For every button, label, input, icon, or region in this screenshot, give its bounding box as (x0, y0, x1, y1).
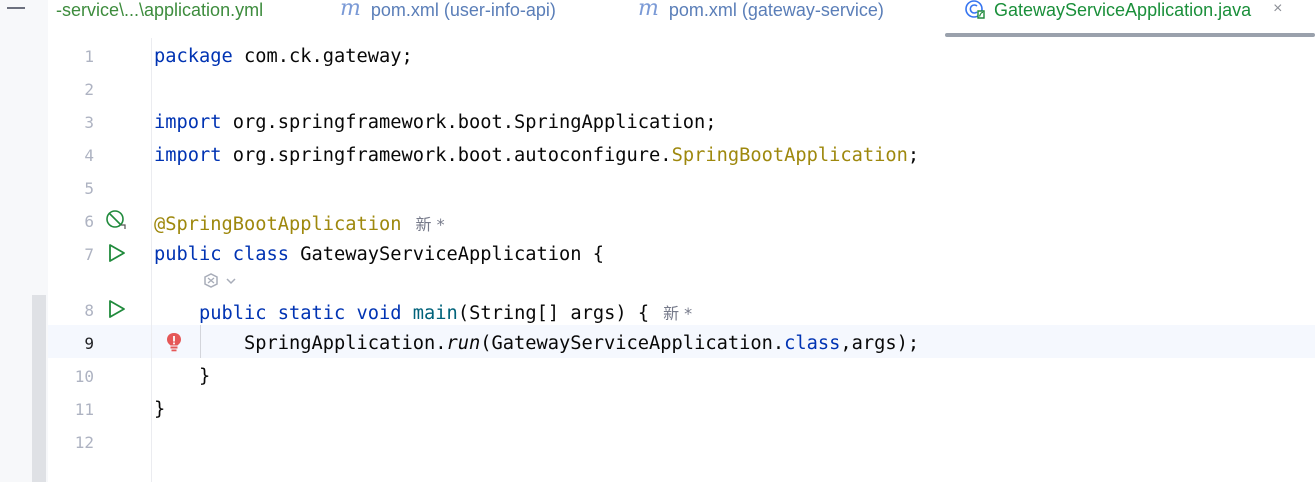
ai-assistant-icon[interactable] (201, 271, 239, 291)
tool-window-strip (0, 0, 49, 482)
code-token: com.ck.gateway; (232, 46, 413, 67)
tab-label: GatewayServiceApplication.java (994, 0, 1252, 20)
line-number[interactable]: 4 (48, 146, 94, 165)
code-line[interactable]: public static void main(String[] args) {… (154, 300, 692, 324)
tab-pom-gateway-service[interactable]: m pom.xml (gateway-service) (638, 0, 884, 38)
tab-label: pom.xml (user-info-api) (370, 0, 556, 20)
line-number[interactable]: 1 (48, 47, 94, 66)
code-editor[interactable]: 1 package com.ck.gateway; 2 3 import org.spr… (48, 38, 1315, 482)
code-token: import (154, 145, 222, 166)
line-number[interactable]: 3 (48, 113, 94, 132)
line-number[interactable]: 7 (48, 245, 94, 264)
code-token: main (412, 303, 458, 324)
code-token: org.springframework.boot.autoconfigure. (221, 145, 672, 166)
code-token: SpringApplication. (154, 333, 447, 354)
code-token: } (154, 399, 166, 420)
tab-label: pom.xml (gateway-service) (668, 0, 884, 20)
author-hint[interactable]: 新 * (663, 304, 692, 323)
code-token: run (446, 333, 481, 354)
line-number[interactable]: 11 (48, 400, 94, 419)
author-hint[interactable]: 新 * (416, 215, 445, 234)
error-bulb-icon[interactable] (164, 331, 184, 353)
code-line[interactable]: package com.ck.gateway; (154, 46, 413, 67)
line-number[interactable]: 2 (48, 80, 94, 99)
code-token: ; (907, 145, 920, 166)
line-number[interactable]: 12 (48, 433, 94, 452)
minimize-icon[interactable] (7, 7, 25, 9)
code-token: ,args); (840, 333, 920, 354)
tab-label: -service\...\application.yml (56, 0, 264, 20)
code-line[interactable]: @SpringBootApplication 新 * (154, 211, 445, 235)
code-token: GatewayServiceApplication { (289, 244, 605, 265)
code-line[interactable]: } (154, 366, 210, 387)
run-icon[interactable] (105, 298, 127, 320)
scrollbar[interactable] (32, 295, 46, 482)
close-icon[interactable]: × (1273, 0, 1282, 18)
code-token: class (784, 333, 841, 354)
line-number[interactable]: 8 (48, 301, 94, 320)
no-beans-icon[interactable] (105, 209, 127, 231)
code-token: org.springframework.boot.SpringApplicati… (221, 112, 717, 133)
code-line[interactable]: import org.springframework.boot.autoconf… (154, 145, 919, 166)
code-line[interactable]: SpringApplication.run(GatewayServiceAppl… (154, 333, 919, 354)
code-token: } (154, 366, 211, 387)
code-line[interactable]: } (154, 399, 165, 420)
tab-pom-user-info-api[interactable]: m pom.xml (user-info-api) (340, 0, 556, 38)
run-icon[interactable] (105, 242, 127, 264)
code-line[interactable]: public class GatewayServiceApplication { (154, 244, 604, 265)
active-tab-indicator (945, 33, 1315, 37)
code-token: (GatewayServiceApplication. (480, 333, 785, 354)
maven-icon: m (340, 0, 361, 21)
code-token: package (154, 46, 233, 67)
code-token: import (154, 112, 222, 133)
maven-icon: m (638, 0, 659, 21)
code-token: public static void (199, 303, 402, 324)
line-number[interactable]: 6 (48, 212, 94, 231)
code-line[interactable]: import org.springframework.boot.SpringAp… (154, 112, 717, 133)
code-token: @SpringBootApplication (154, 214, 402, 235)
tab-application-yml[interactable]: -service\...\application.yml (56, 0, 263, 38)
editor-tab-bar: -service\...\application.yml m pom.xml (… (48, 0, 1315, 39)
line-number[interactable]: 9 (48, 334, 94, 353)
spring-class-icon (965, 0, 985, 19)
line-number[interactable]: 10 (48, 367, 94, 386)
code-token: public class (154, 244, 290, 265)
line-number[interactable]: 5 (48, 179, 94, 198)
code-token: (String[] args) { (457, 303, 650, 324)
code-token: SpringBootApplication (671, 145, 908, 166)
